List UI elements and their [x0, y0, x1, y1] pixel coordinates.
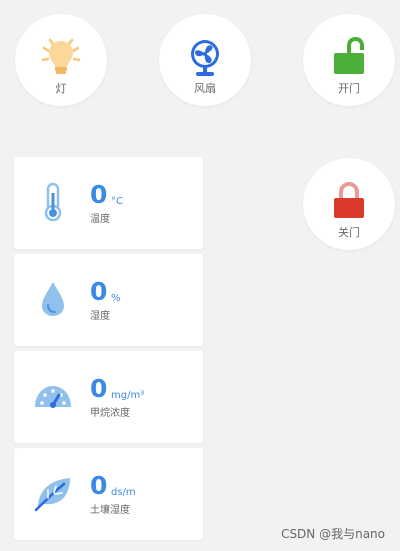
methane-unit: mg/m³	[111, 390, 145, 401]
light-button[interactable]: 灯	[15, 14, 107, 106]
soil-value: 0	[90, 471, 108, 500]
methane-label: 甲烷浓度	[90, 408, 130, 419]
methane-card: 0 mg/m³ 甲烷浓度	[14, 351, 203, 443]
humidity-unit: %	[111, 293, 121, 304]
humidity-card: 0 % 湿度	[14, 254, 203, 346]
droplet-icon	[32, 278, 74, 320]
leaf-icon	[32, 472, 74, 514]
fan-icon	[184, 36, 226, 78]
temperature-unit: °C	[111, 196, 123, 207]
lightbulb-icon	[40, 36, 82, 78]
unlock-icon	[328, 36, 370, 78]
soil-card: 0 ds/m 土壤湿度	[14, 448, 203, 540]
open-door-button[interactable]: 开门	[303, 14, 395, 106]
soil-unit: ds/m	[111, 487, 136, 498]
close-door-label: 关门	[338, 226, 360, 239]
temperature-card: 0 °C 温度	[14, 157, 203, 249]
watermark-text: CSDN @我与nano	[281, 527, 385, 541]
humidity-label: 湿度	[90, 311, 110, 322]
lock-icon	[328, 180, 370, 222]
fan-button[interactable]: 风扇	[159, 14, 251, 106]
soil-label: 土壤湿度	[90, 505, 130, 516]
thermometer-icon	[32, 181, 74, 223]
methane-value: 0	[90, 374, 108, 403]
gauge-icon	[32, 375, 74, 417]
open-door-label: 开门	[338, 82, 360, 95]
temperature-label: 温度	[90, 214, 110, 225]
fan-label: 风扇	[194, 82, 216, 95]
temperature-value: 0	[90, 180, 108, 209]
humidity-value: 0	[90, 277, 108, 306]
light-label: 灯	[55, 82, 67, 95]
close-door-button[interactable]: 关门	[303, 158, 395, 250]
